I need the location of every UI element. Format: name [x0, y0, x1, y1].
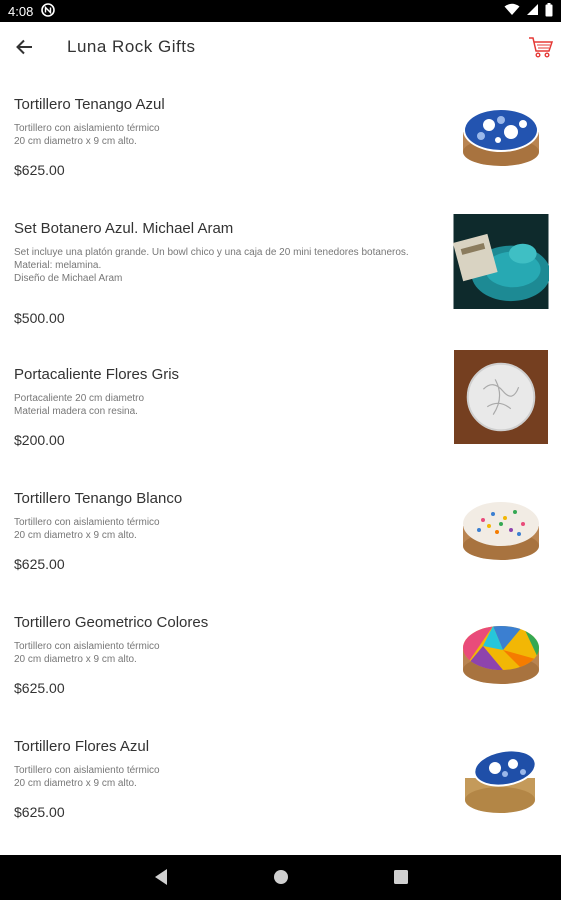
product-list: Tortillero Tenango Azul Tortillero con a…: [0, 80, 561, 846]
product-name: Tortillero Tenango Azul: [14, 96, 165, 113]
square-recents-icon: [394, 870, 408, 884]
app-bar: Luna Rock Gifts: [0, 22, 561, 74]
signal-icon: [526, 3, 539, 19]
circle-home-icon: [274, 870, 288, 884]
page-title: Luna Rock Gifts: [67, 37, 196, 56]
product-description: Tortillero con aislamiento térmico 20 cm…: [14, 123, 160, 147]
white-tenango-tortilla-warmer-image: [463, 502, 539, 560]
product-price: $625.00: [14, 162, 65, 178]
back-button[interactable]: [14, 36, 36, 58]
product-name: Tortillero Flores Azul: [14, 738, 150, 755]
product-name: Tortillero Tenango Blanco: [14, 490, 183, 507]
wifi-icon: [504, 3, 520, 19]
geometric-tortilla-warmer-image: [463, 626, 539, 684]
product-name: Portacaliente Flores Gris: [14, 366, 180, 383]
product-description: Tortillero con aislamiento térmico 20 cm…: [14, 765, 160, 789]
status-bar: 4:08: [0, 0, 561, 22]
product-price: $625.00: [14, 804, 65, 820]
nav-recents-button[interactable]: [393, 868, 409, 891]
product-name: Set Botanero Azul. Michael Aram: [14, 220, 234, 237]
blue-tenango-tortilla-warmer-image: [463, 108, 539, 166]
cart-button[interactable]: [528, 34, 554, 60]
grey-flower-trivet-image: [454, 350, 548, 444]
product-item[interactable]: Portacaliente Flores Gris Portacaliente …: [0, 350, 561, 474]
notification-icon: [41, 2, 56, 20]
product-description: Tortillero con aislamiento térmico 20 cm…: [14, 517, 160, 541]
product-item[interactable]: Tortillero Flores Azul Tortillero con ai…: [0, 722, 561, 846]
triangle-back-icon: [155, 869, 167, 885]
arrow-left-icon: [16, 39, 32, 55]
product-item[interactable]: Tortillero Geometrico Colores Tortillero…: [0, 598, 561, 722]
blue-flower-tortilla-warmer-image: [465, 749, 537, 813]
product-description: Tortillero con aislamiento térmico 20 cm…: [14, 641, 160, 665]
product-price: $625.00: [14, 680, 65, 696]
product-price: $200.00: [14, 432, 65, 448]
nav-home-button[interactable]: [272, 868, 290, 891]
product-item[interactable]: Tortillero Tenango Blanco Tortillero con…: [0, 474, 561, 598]
blue-serving-set-image: [453, 214, 549, 309]
nav-back-button[interactable]: [153, 868, 169, 891]
status-time: 4:08: [8, 3, 34, 19]
product-item[interactable]: Tortillero Tenango Azul Tortillero con a…: [0, 80, 561, 204]
battery-icon: [545, 2, 553, 20]
product-description: Portacaliente 20 cm diametro Material ma…: [14, 393, 145, 417]
product-description: Set incluye una platón grande. Un bowl c…: [14, 247, 409, 284]
navigation-bar: [0, 855, 561, 900]
product-item[interactable]: Set Botanero Azul. Michael Aram Set incl…: [0, 204, 561, 350]
product-price: $625.00: [14, 556, 65, 572]
shopping-cart-icon: [529, 37, 554, 58]
product-price: $500.00: [14, 310, 65, 326]
product-name: Tortillero Geometrico Colores: [14, 614, 209, 631]
